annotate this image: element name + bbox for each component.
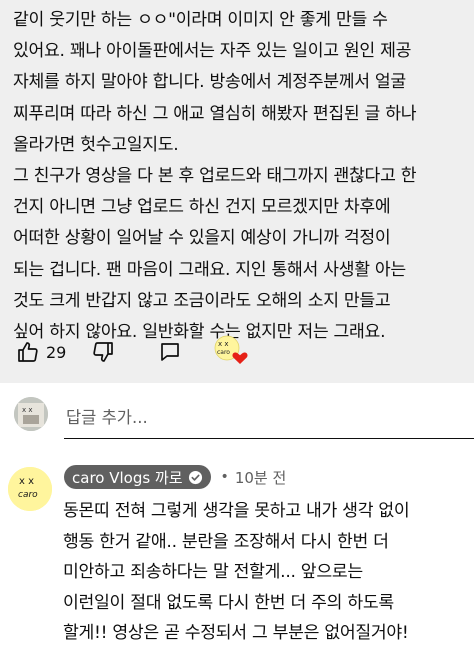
creator-heart-badge: x x caro	[212, 334, 252, 368]
avatar[interactable]: x x caro	[8, 467, 52, 511]
comment-thread-parent: 같이 웃기만 하는 ㅇㅇ"이라며 이미지 안 좋게 만들 수 있어요. 꽤나 아…	[0, 0, 474, 383]
svg-text:caro: caro	[217, 349, 230, 356]
user-avatar-icon: x x	[14, 397, 48, 431]
thumb-down-icon	[93, 342, 113, 362]
reply-input-underline	[64, 438, 474, 439]
like-count: 29	[46, 342, 67, 362]
reply-input[interactable]: 답글 추가...	[66, 404, 148, 428]
comment-actions: 29 x x caro	[16, 335, 456, 366]
creator-heart-icon: x x caro	[214, 335, 248, 364]
add-reply-row: x x 답글 추가...	[0, 391, 474, 447]
dislike-button[interactable]	[91, 340, 115, 364]
reply-icon	[161, 343, 179, 361]
reply-text: 동몬띠 전혀 그렇게 생각을 못하고 내가 생각 없이 행동 한거 같애.. 분…	[63, 501, 410, 643]
svg-text:x x: x x	[218, 340, 229, 348]
reply-timestamp: 10분 전	[234, 468, 287, 487]
meta-separator: •	[220, 469, 229, 485]
like-button[interactable]: 29	[16, 340, 66, 364]
svg-text:x x: x x	[22, 406, 33, 414]
verified-check-icon	[188, 470, 202, 484]
author-name: caro Vlogs 까로	[72, 468, 183, 487]
reply-button[interactable]	[158, 340, 182, 364]
svg-text:x x: x x	[19, 476, 34, 487]
comment-text: 같이 웃기만 하는 ㅇㅇ"이라며 이미지 안 좋게 만들 수 있어요. 꽤나 아…	[13, 10, 417, 343]
author-badge[interactable]: caro Vlogs 까로	[64, 465, 211, 489]
svg-text:caro: caro	[18, 490, 38, 500]
section-gap	[0, 383, 474, 391]
avatar: x x	[14, 397, 48, 431]
reply-header: caro Vlogs 까로 • 10분 전	[64, 465, 286, 489]
channel-avatar-icon: x x caro	[8, 467, 52, 511]
thumb-up-icon	[18, 342, 38, 362]
